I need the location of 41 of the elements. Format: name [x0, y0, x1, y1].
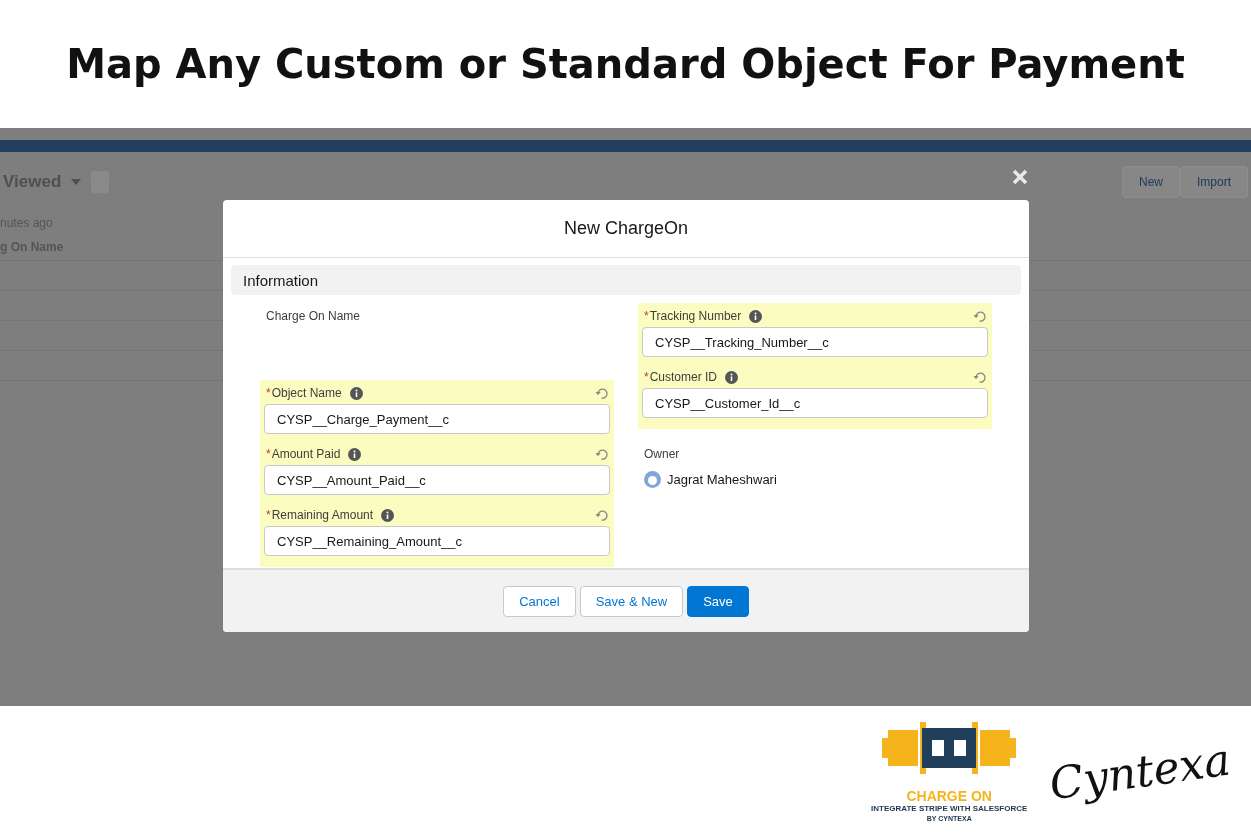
section-header: Information	[231, 265, 1021, 295]
save-button[interactable]: Save	[687, 585, 749, 617]
undo-icon	[973, 370, 986, 384]
modal-title: New ChargeOn	[563, 218, 689, 239]
info-icon	[725, 370, 739, 384]
input-field[interactable]: CYSP__Amount_Paid__c	[264, 465, 610, 495]
input-field[interactable]: CYSP__Charge_Payment__c	[264, 404, 610, 434]
undo-icon	[595, 447, 608, 461]
undo-icon	[595, 386, 608, 400]
required-mark: *	[266, 508, 271, 522]
info-icon	[749, 309, 763, 323]
product-tagline: INTEGRATE STRIPE WITH SALESFORCE	[871, 803, 1028, 813]
product-name: CHARGE ON	[906, 787, 992, 804]
input-field[interactable]: CYSP__Remaining_Amount__c	[264, 526, 610, 556]
field-label: Tracking Number	[649, 309, 742, 323]
page-heading: Map Any Custom or Standard Object For Payment	[66, 41, 1185, 87]
input-field[interactable]: CYSP__Tracking_Number__c	[642, 327, 988, 357]
owner-link[interactable]: Jagrat Maheshwari	[667, 472, 777, 487]
field-label: Charge On Name	[266, 309, 361, 323]
undo-icon	[973, 309, 986, 323]
avatar-icon	[644, 471, 661, 488]
info-icon	[349, 386, 363, 400]
input-field[interactable]: CYSP__Customer_Id__c	[642, 388, 988, 418]
required-mark: *	[644, 370, 649, 384]
caret-icon	[71, 179, 82, 185]
field-label: Remaining Amount	[271, 508, 374, 522]
plug-logo-icon	[882, 721, 1017, 774]
undo-icon	[595, 508, 608, 522]
info-icon	[381, 508, 395, 522]
company-logo: Cyntexa	[1046, 733, 1234, 810]
field-label: Customer ID	[649, 370, 718, 384]
close-icon	[1011, 168, 1029, 186]
field-label: Owner	[644, 447, 680, 461]
field-label: Amount Paid	[271, 447, 341, 461]
field-label: Object Name	[271, 386, 342, 400]
info-icon	[348, 447, 362, 461]
action-button[interactable]: Cancel	[503, 585, 576, 617]
required-mark: *	[266, 386, 271, 400]
required-mark: *	[644, 309, 649, 323]
required-mark: *	[266, 447, 271, 461]
action-button[interactable]: Save & New	[579, 585, 684, 617]
